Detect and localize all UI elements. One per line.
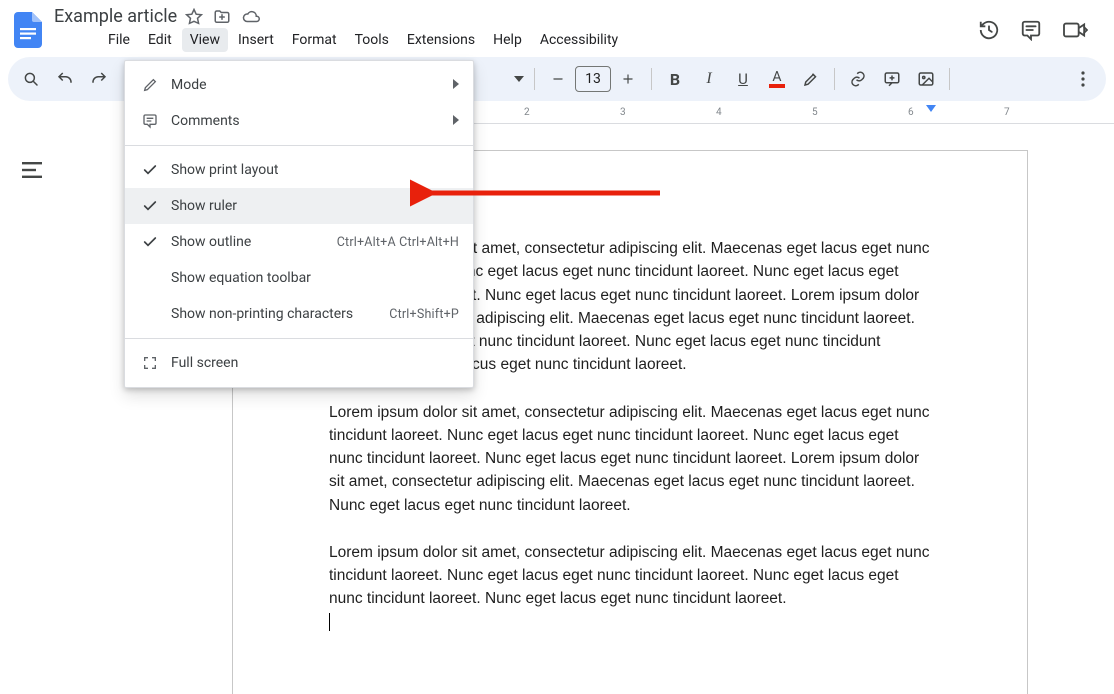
menu-item-show-ruler[interactable]: Show ruler (125, 188, 473, 224)
menu-item-full-screen[interactable]: Full screen (125, 345, 473, 381)
history-icon[interactable] (978, 19, 1000, 41)
insert-link-button[interactable] (843, 64, 873, 94)
menu-item-show-print-layout[interactable]: Show print layout (125, 152, 473, 188)
fullscreen-icon (139, 355, 161, 371)
menu-item-label: Show ruler (171, 198, 459, 214)
separator (834, 68, 835, 90)
check-icon (139, 162, 161, 178)
menu-item-label: Show non-printing characters (171, 306, 389, 322)
undo-icon[interactable] (50, 64, 80, 94)
paragraph[interactable]: Lorem ipsum dolor sit amet, consectetur … (329, 401, 931, 517)
star-icon[interactable] (185, 8, 203, 26)
ruler-tick: 5 (812, 107, 818, 118)
text-color-button[interactable]: A (762, 64, 792, 94)
menu-item-label: Mode (171, 77, 459, 93)
submenu-arrow-icon (453, 113, 459, 129)
insert-image-button[interactable] (911, 64, 941, 94)
menu-item-mode[interactable]: Mode (125, 67, 473, 103)
menu-format[interactable]: Format (284, 28, 345, 52)
menu-extensions[interactable]: Extensions (399, 28, 483, 52)
search-icon[interactable] (16, 64, 46, 94)
menu-edit[interactable]: Edit (140, 28, 180, 52)
menu-help[interactable]: Help (485, 28, 530, 52)
menu-item-label: Full screen (171, 355, 459, 371)
menu-item-comments[interactable]: Comments (125, 103, 473, 139)
bold-button[interactable]: B (660, 64, 690, 94)
text-cursor (329, 613, 330, 631)
menu-file[interactable]: File (100, 28, 138, 52)
underline-button[interactable]: U (728, 64, 758, 94)
paragraph[interactable]: Lorem ipsum dolor sit amet, consectetur … (329, 541, 931, 634)
menu-item-label: Show print layout (171, 162, 459, 178)
check-icon (139, 198, 161, 214)
separator (534, 68, 535, 90)
menu-separator (125, 145, 473, 146)
redo-icon[interactable] (84, 64, 114, 94)
menu-item-show-equation-toolbar[interactable]: Show equation toolbar (125, 260, 473, 296)
menu-separator (125, 338, 473, 339)
add-comment-button[interactable] (877, 64, 907, 94)
outline-toggle-icon[interactable] (14, 152, 50, 188)
menu-item-label: Show equation toolbar (171, 270, 459, 286)
menu-item-label: Comments (171, 113, 459, 129)
separator (651, 68, 652, 90)
menu-item-shortcut: Ctrl+Alt+A Ctrl+Alt+H (337, 235, 459, 250)
more-button[interactable] (1068, 64, 1098, 94)
font-size-decrease[interactable] (543, 64, 573, 94)
menu-tools[interactable]: Tools (347, 28, 397, 52)
cloud-status-icon[interactable] (241, 8, 261, 26)
menubar: File Edit View Insert Format Tools Exten… (48, 27, 978, 53)
pencil-icon (139, 77, 161, 93)
menu-item-shortcut: Ctrl+Shift+P (389, 307, 459, 322)
italic-button[interactable]: I (694, 64, 724, 94)
meet-icon[interactable] (1062, 19, 1088, 41)
menu-view[interactable]: View (182, 28, 228, 52)
docs-logo[interactable] (8, 10, 48, 50)
view-menu-dropdown: Mode Comments Show print layout Show rul… (124, 60, 474, 388)
move-icon[interactable] (213, 8, 231, 26)
document-title[interactable]: Example article (54, 6, 177, 27)
font-size-increase[interactable] (613, 64, 643, 94)
check-icon (139, 234, 161, 250)
comments-icon[interactable] (1020, 19, 1042, 41)
ruler-tick: 6 (908, 107, 914, 118)
separator (949, 68, 950, 90)
menu-item-show-outline[interactable]: Show outline Ctrl+Alt+A Ctrl+Alt+H (125, 224, 473, 260)
font-size-input[interactable]: 13 (575, 66, 611, 92)
ruler-right-margin-marker[interactable] (926, 105, 936, 112)
highlight-button[interactable] (796, 64, 826, 94)
ruler-tick: 7 (1004, 107, 1010, 118)
menu-insert[interactable]: Insert (230, 28, 282, 52)
ruler-tick: 2 (524, 107, 530, 118)
menu-item-show-nonprinting[interactable]: Show non-printing characters Ctrl+Shift+… (125, 296, 473, 332)
menu-item-label: Show outline (171, 234, 337, 250)
submenu-arrow-icon (453, 77, 459, 93)
ruler-tick: 4 (716, 107, 722, 118)
ruler-tick: 3 (620, 107, 626, 118)
comment-icon (139, 113, 161, 129)
menu-accessibility[interactable]: Accessibility (532, 28, 626, 52)
heading-dropdown-icon[interactable] (512, 74, 526, 84)
